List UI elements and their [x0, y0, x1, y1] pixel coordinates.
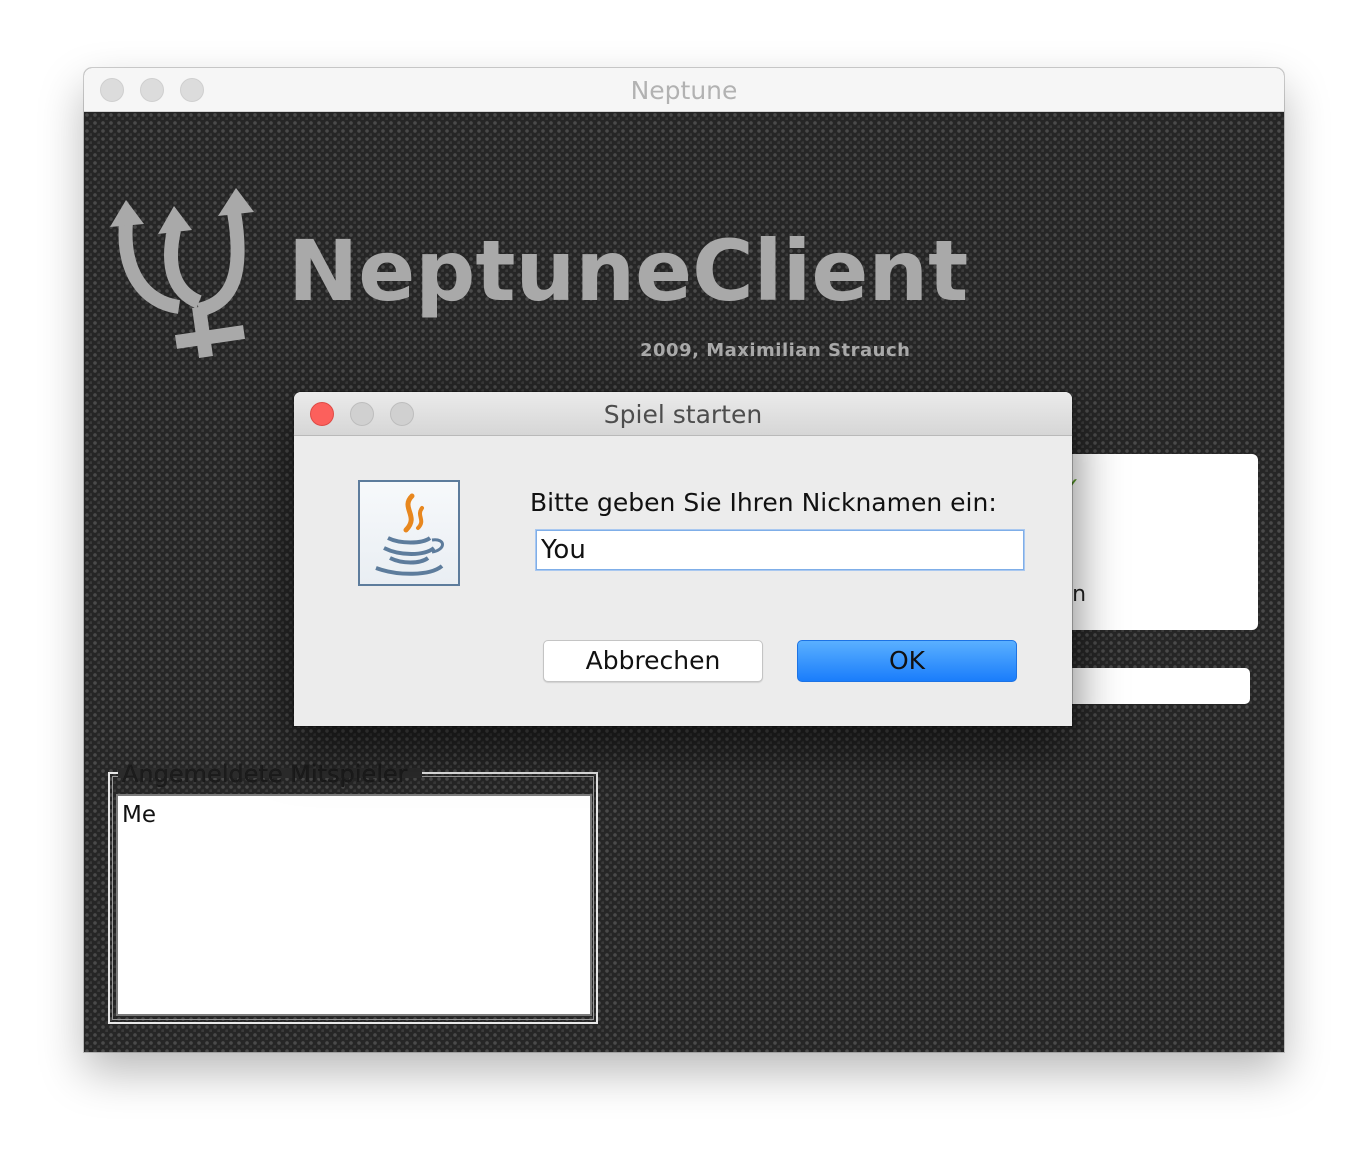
dialog-titlebar[interactable]: Spiel starten [294, 392, 1072, 436]
start-game-dialog: Spiel starten Bitte geben Sie Ihren Nick… [294, 392, 1072, 726]
window-title: Neptune [630, 76, 738, 105]
nickname-input[interactable] [536, 530, 1024, 570]
main-titlebar[interactable]: Neptune [84, 68, 1284, 112]
cancel-button[interactable]: Abbrechen [543, 640, 763, 682]
nickname-prompt-label: Bitte geben Sie Ihren Nicknamen ein: [530, 488, 997, 517]
ok-button[interactable]: OK [797, 640, 1017, 682]
players-legend: Angemeldete Mitspieler [122, 760, 408, 788]
brand-name: NeptuneClient [288, 222, 969, 320]
players-list[interactable] [116, 794, 592, 1016]
neptune-trident-logo [110, 188, 254, 358]
dialog-title: Spiel starten [603, 400, 763, 429]
list-item[interactable]: Me [122, 802, 156, 828]
brand-credit: 2009, Maximilian Strauch [640, 340, 911, 361]
java-icon [358, 480, 460, 586]
background-bar [1054, 668, 1250, 704]
